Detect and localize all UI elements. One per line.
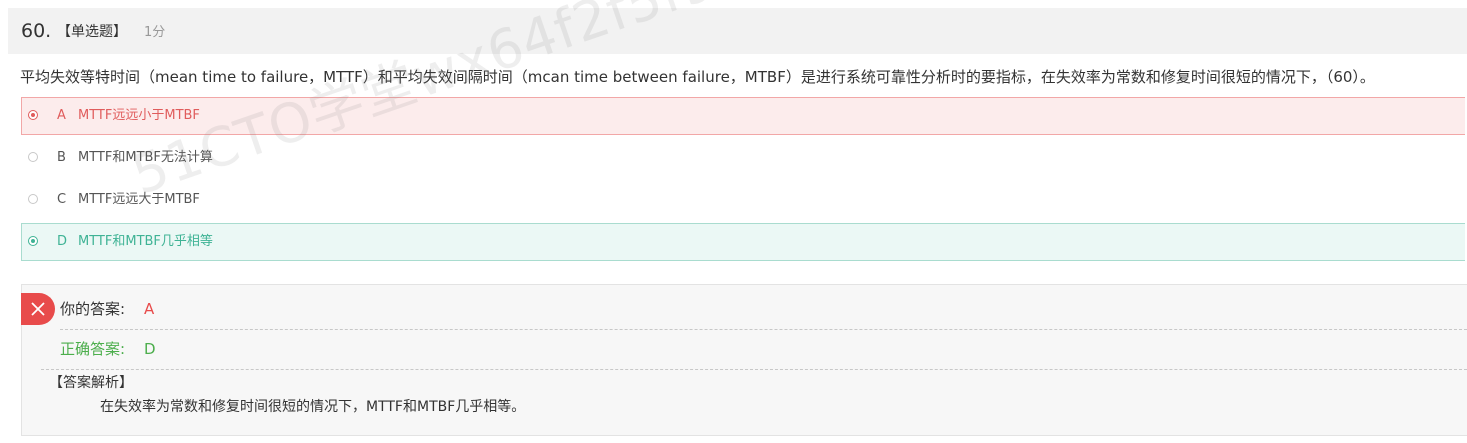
question-number: 60. [21,20,52,42]
question-stem: 平均失效等特时间（mean time to failure，MTTF）和平均失效… [20,68,1375,86]
question-type: 【单选题】 [57,24,127,40]
analysis-text: 在失效率为常数和修复时间很短的情况下，MTTF和MTBF几乎相等。 [100,399,526,415]
analysis-title: 【答案解析】 [49,375,133,391]
radio-unchecked-icon[interactable] [28,152,38,162]
radio-checked-icon[interactable] [28,110,38,120]
option-letter: D [57,234,68,249]
option-b[interactable]: B MTTF和MTBF无法计算 [21,139,1465,177]
question-header: 60. 【单选题】 1分 [8,8,1467,54]
x-icon [21,293,55,325]
answer-analysis-panel: 你的答案: A 正确答案: D 【答案解析】 在失效率为常数和修复时间很短的情况… [21,284,1467,436]
option-c[interactable]: C MTTF远远大于MTBF [21,181,1465,219]
divider [41,369,1467,370]
radio-unchecked-icon[interactable] [28,194,38,204]
option-letter: C [57,192,67,207]
radio-correct-icon[interactable] [28,236,38,246]
option-d[interactable]: D MTTF和MTBF几乎相等 [21,223,1465,261]
correct-answer-value: D [144,340,156,358]
option-text: MTTF远远小于MTBF [78,108,200,123]
option-text: MTTF和MTBF无法计算 [78,150,213,165]
question-score: 1分 [144,25,166,40]
your-answer-label: 你的答案: [60,300,126,318]
option-a[interactable]: A MTTF远远小于MTBF [21,97,1465,135]
divider [60,329,1467,330]
option-letter: B [57,150,66,165]
option-text: MTTF和MTBF几乎相等 [78,234,213,249]
question-page: 60. 【单选题】 1分 平均失效等特时间（mean time to failu… [0,0,1467,443]
option-text: MTTF远远大于MTBF [78,192,200,207]
option-letter: A [57,108,66,123]
your-answer-value: A [144,300,155,318]
correct-answer-label: 正确答案: [60,340,126,358]
